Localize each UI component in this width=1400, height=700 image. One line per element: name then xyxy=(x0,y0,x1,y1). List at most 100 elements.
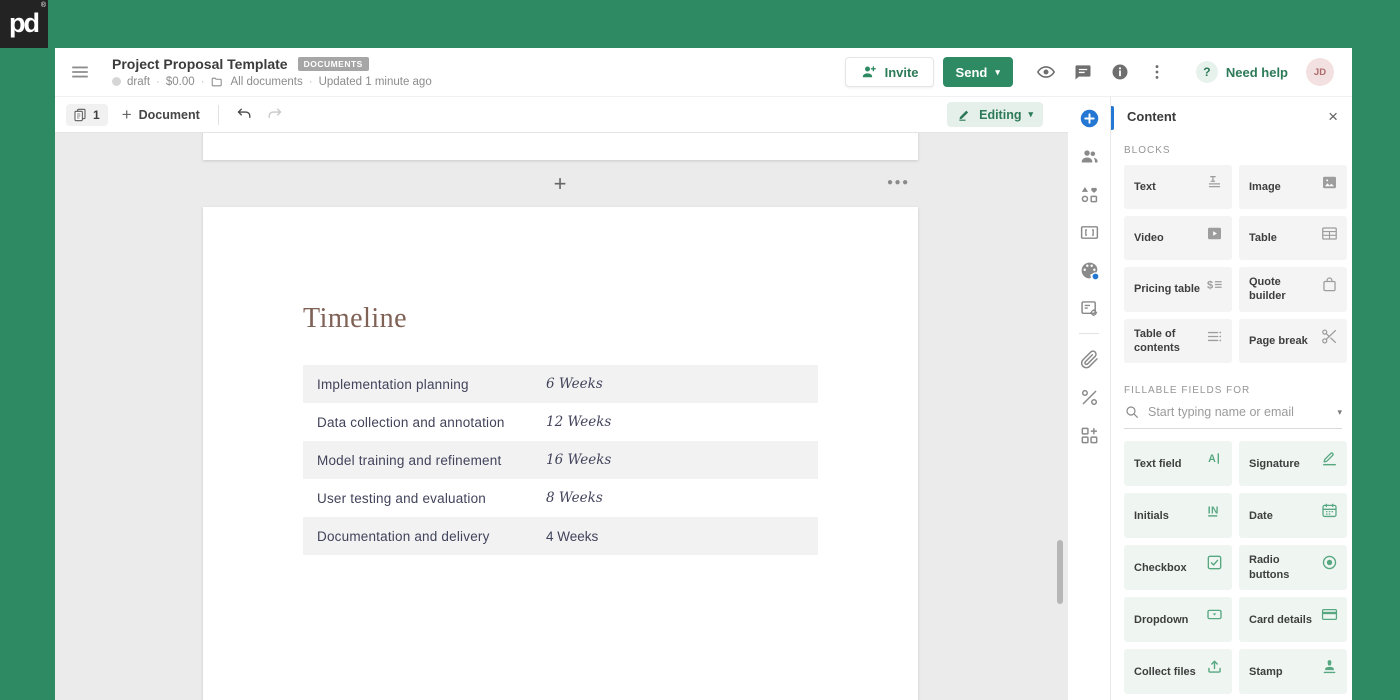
caret-down-icon[interactable]: ▾ xyxy=(1337,407,1342,418)
table-row[interactable]: Model training and refinement 16 Weeks xyxy=(303,441,818,479)
sidebar-tool-pricing[interactable] xyxy=(1068,378,1110,416)
search-icon xyxy=(1124,404,1140,420)
need-help-button[interactable]: ? Need help xyxy=(1195,61,1288,83)
more-actions-button[interactable] xyxy=(1146,61,1168,83)
toc-icon xyxy=(1205,327,1224,346)
field-card-checkbox[interactable]: Checkbox xyxy=(1124,545,1232,591)
page-count-button[interactable]: 1 xyxy=(66,103,108,126)
app-background: pd ® Project Proposal Template DOCUMENTS… xyxy=(0,0,1400,700)
brackets-icon xyxy=(1079,222,1100,243)
sidebar-tool-add-apps[interactable] xyxy=(1068,416,1110,454)
field-card-date[interactable]: Date xyxy=(1239,493,1347,539)
field-card-collect-files[interactable]: Collect files xyxy=(1124,649,1232,695)
radio-icon xyxy=(1320,553,1339,572)
phase-cell[interactable]: Model training and refinement xyxy=(303,453,546,468)
folder-icon xyxy=(210,75,224,89)
initials-icon xyxy=(1205,501,1224,520)
panel-title: Content xyxy=(1127,108,1177,124)
timeline-table: Implementation planning 6 Weeks Data col… xyxy=(303,365,818,555)
scissors-icon xyxy=(1320,327,1339,346)
block-card-text[interactable]: Text xyxy=(1124,165,1232,209)
active-tab-indicator xyxy=(1111,106,1114,130)
duration-cell[interactable]: 12 Weeks xyxy=(546,414,611,430)
image-icon xyxy=(1320,173,1339,192)
field-card-signature[interactable]: Signature xyxy=(1239,441,1347,487)
add-document-button[interactable]: + Document xyxy=(122,106,200,123)
send-button[interactable]: Send ▾ xyxy=(942,57,1013,87)
recipient-search-input[interactable] xyxy=(1148,405,1330,420)
title-block: Project Proposal Template DOCUMENTS draf… xyxy=(112,56,432,89)
sidebar-tool-add-content[interactable] xyxy=(1068,99,1110,137)
close-icon[interactable]: × xyxy=(1328,108,1338,125)
sidebar-tool-variables[interactable] xyxy=(1068,213,1110,251)
field-card-initials[interactable]: Initials xyxy=(1124,493,1232,539)
phase-cell[interactable]: Documentation and delivery xyxy=(303,529,546,544)
invite-button[interactable]: Invite xyxy=(844,57,934,87)
users-icon xyxy=(1079,146,1100,167)
document-page[interactable]: Timeline Implementation planning 6 Weeks… xyxy=(203,207,918,700)
sidebar-tool-design-theme[interactable] xyxy=(1068,251,1110,289)
insert-block-button[interactable]: + xyxy=(547,171,573,197)
field-card-dropdown[interactable]: Dropdown xyxy=(1124,597,1232,643)
table-row[interactable]: Data collection and annotation 12 Weeks xyxy=(303,403,818,441)
previous-page-bottom[interactable] xyxy=(203,133,918,160)
user-avatar[interactable]: JD xyxy=(1306,58,1334,86)
duration-cell[interactable]: 16 Weeks xyxy=(546,452,611,468)
info-icon xyxy=(1110,62,1130,82)
document-header: Project Proposal Template DOCUMENTS draf… xyxy=(55,48,1352,97)
sidebar-tool-recipients[interactable] xyxy=(1068,137,1110,175)
table-row[interactable]: Implementation planning 6 Weeks xyxy=(303,365,818,403)
bag-icon xyxy=(1320,275,1339,294)
blocks-section-label: BLOCKS xyxy=(1124,145,1171,156)
block-card-image[interactable]: Image xyxy=(1239,165,1347,209)
block-card-pricing-table[interactable]: Pricing table xyxy=(1124,267,1232,312)
card-icon xyxy=(1320,605,1339,624)
folder-name[interactable]: All documents xyxy=(230,76,302,88)
editing-mode-dropdown[interactable]: Editing ▾ xyxy=(947,102,1043,127)
header-icon-group xyxy=(1035,61,1168,83)
preview-button[interactable] xyxy=(1035,61,1057,83)
redo-icon xyxy=(266,106,283,123)
field-card-text-field[interactable]: Text field xyxy=(1124,441,1232,487)
duration-cell[interactable]: 4 Weeks xyxy=(546,529,598,544)
pandadoc-logo: pd ® xyxy=(0,0,48,48)
plus-icon: + xyxy=(121,105,132,124)
section-heading[interactable]: Timeline xyxy=(303,303,918,335)
app-window: Project Proposal Template DOCUMENTS draf… xyxy=(55,48,1352,700)
field-card-radio-buttons[interactable]: Radio buttons xyxy=(1239,545,1347,591)
pencil-icon xyxy=(957,107,972,122)
invite-person-icon xyxy=(860,63,878,81)
block-card-table[interactable]: Table xyxy=(1239,216,1347,260)
recipient-search: ▾ xyxy=(1124,404,1342,430)
table-row[interactable]: User testing and evaluation 8 Weeks xyxy=(303,479,818,517)
block-card-page-break[interactable]: Page break xyxy=(1239,318,1347,364)
block-card-table-of-contents[interactable]: Table of contents xyxy=(1124,318,1232,364)
field-card-card-details[interactable]: Card details xyxy=(1239,597,1347,643)
undo-button[interactable] xyxy=(233,103,257,127)
sidebar-tool-attachments[interactable] xyxy=(1068,340,1110,378)
table-row[interactable]: Documentation and delivery 4 Weeks xyxy=(303,517,818,555)
textfield-icon xyxy=(1205,449,1224,468)
signature-icon xyxy=(1320,449,1339,468)
field-card-stamp[interactable]: Stamp xyxy=(1239,649,1347,695)
duration-cell[interactable]: 8 Weeks xyxy=(546,490,603,506)
info-button[interactable] xyxy=(1109,61,1131,83)
redo-button[interactable] xyxy=(263,103,287,127)
upload-icon xyxy=(1205,657,1224,676)
vertical-scrollbar-thumb[interactable] xyxy=(1057,540,1063,604)
sidebar-tool-document-settings[interactable] xyxy=(1068,289,1110,327)
block-card-video[interactable]: Video xyxy=(1124,216,1232,260)
duration-cell[interactable]: 6 Weeks xyxy=(546,376,603,392)
page-more-menu[interactable]: ●●● xyxy=(887,177,910,188)
phase-cell[interactable]: Implementation planning xyxy=(303,377,546,392)
block-card-quote-builder[interactable]: Quote builder xyxy=(1239,267,1347,312)
fillable-fields-label: FILLABLE FIELDS FOR xyxy=(1124,385,1251,397)
hamburger-menu-button[interactable] xyxy=(68,60,92,84)
phase-cell[interactable]: User testing and evaluation xyxy=(303,491,546,506)
comments-button[interactable] xyxy=(1072,61,1094,83)
document-amount: $0.00 xyxy=(165,75,195,88)
text-icon xyxy=(1205,173,1224,192)
content-panel: Content × BLOCKS Text Image Video Table … xyxy=(1110,97,1352,700)
sidebar-tool-content-library[interactable] xyxy=(1068,175,1110,213)
phase-cell[interactable]: Data collection and annotation xyxy=(303,415,546,430)
